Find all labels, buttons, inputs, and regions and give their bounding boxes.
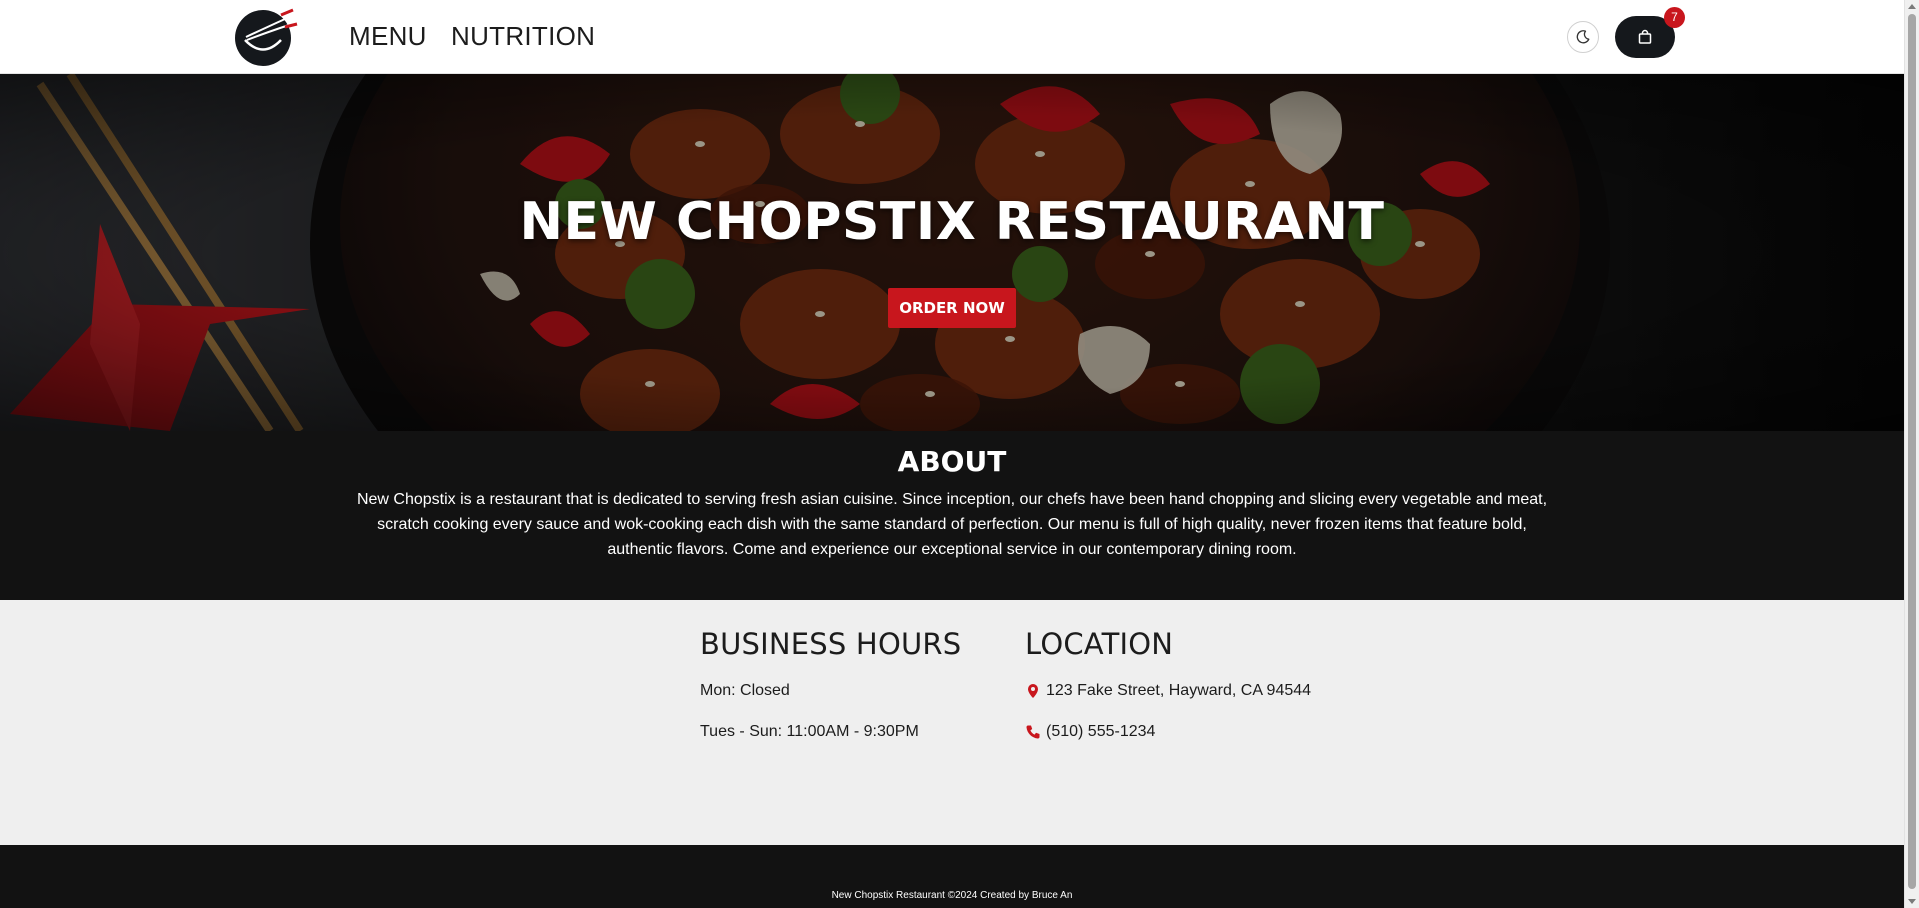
order-now-button[interactable]: ORDER NOW	[888, 288, 1016, 328]
address-line: 123 Fake Street, Hayward, CA 94544	[1025, 682, 1311, 700]
hours-line: Tues - Sun: 11:00AM - 9:30PM	[700, 723, 919, 740]
moon-icon	[1576, 30, 1590, 44]
hours-line: Mon: Closed	[700, 682, 790, 699]
site-header: MENU NUTRITION 7	[0, 0, 1904, 74]
about-title: ABOUT	[897, 445, 1007, 478]
phone-line: (510) 555-1234	[1025, 723, 1155, 741]
theme-toggle-button[interactable]	[1567, 21, 1599, 53]
shopping-bag-icon	[1638, 29, 1652, 44]
business-hours-title: BUSINESS HOURS	[700, 627, 962, 661]
site-footer: New Chopstix Restaurant ©2024 Created by…	[0, 845, 1904, 908]
scrollbar-thumb[interactable]	[1908, 14, 1916, 889]
info-section: BUSINESS HOURS Mon: Closed Tues - Sun: 1…	[0, 600, 1904, 845]
phone-icon	[1026, 725, 1040, 739]
address-text: 123 Fake Street, Hayward, CA 94544	[1046, 682, 1312, 699]
nav-nutrition-link[interactable]: NUTRITION	[451, 20, 595, 52]
page-scrollbar[interactable]	[1904, 0, 1919, 908]
hero-food-image	[0, 74, 1904, 431]
phone-text[interactable]: (510) 555-1234	[1046, 723, 1155, 741]
chopstix-bowl-logo-icon[interactable]	[233, 7, 299, 67]
hero-banner: NEW CHOPSTIX RESTAURANT ORDER NOW	[0, 74, 1904, 431]
location: LOCATION 123 Fake Street, Hayward, CA 94…	[1025, 626, 1311, 740]
footer-copyright: New Chopstix Restaurant ©2024 Created by…	[831, 890, 1073, 901]
cart-count-badge: 7	[1664, 7, 1685, 28]
scroll-down-icon[interactable]	[1908, 899, 1916, 904]
business-hours: BUSINESS HOURS Mon: Closed Tues - Sun: 1…	[700, 626, 962, 740]
hero-title: NEW CHOPSTIX RESTAURANT	[519, 192, 1385, 252]
page: MENU NUTRITION 7 NEW CHOPSTIX RESTAURANT…	[0, 0, 1904, 908]
nav-menu-link[interactable]: MENU	[349, 20, 427, 52]
about-text: New Chopstix is a restaurant that is ded…	[356, 491, 1548, 558]
map-pin-icon	[1028, 684, 1038, 698]
about-section: ABOUT New Chopstix is a restaurant that …	[0, 431, 1904, 600]
location-title: LOCATION	[1025, 627, 1174, 661]
scroll-up-icon[interactable]	[1908, 4, 1916, 9]
